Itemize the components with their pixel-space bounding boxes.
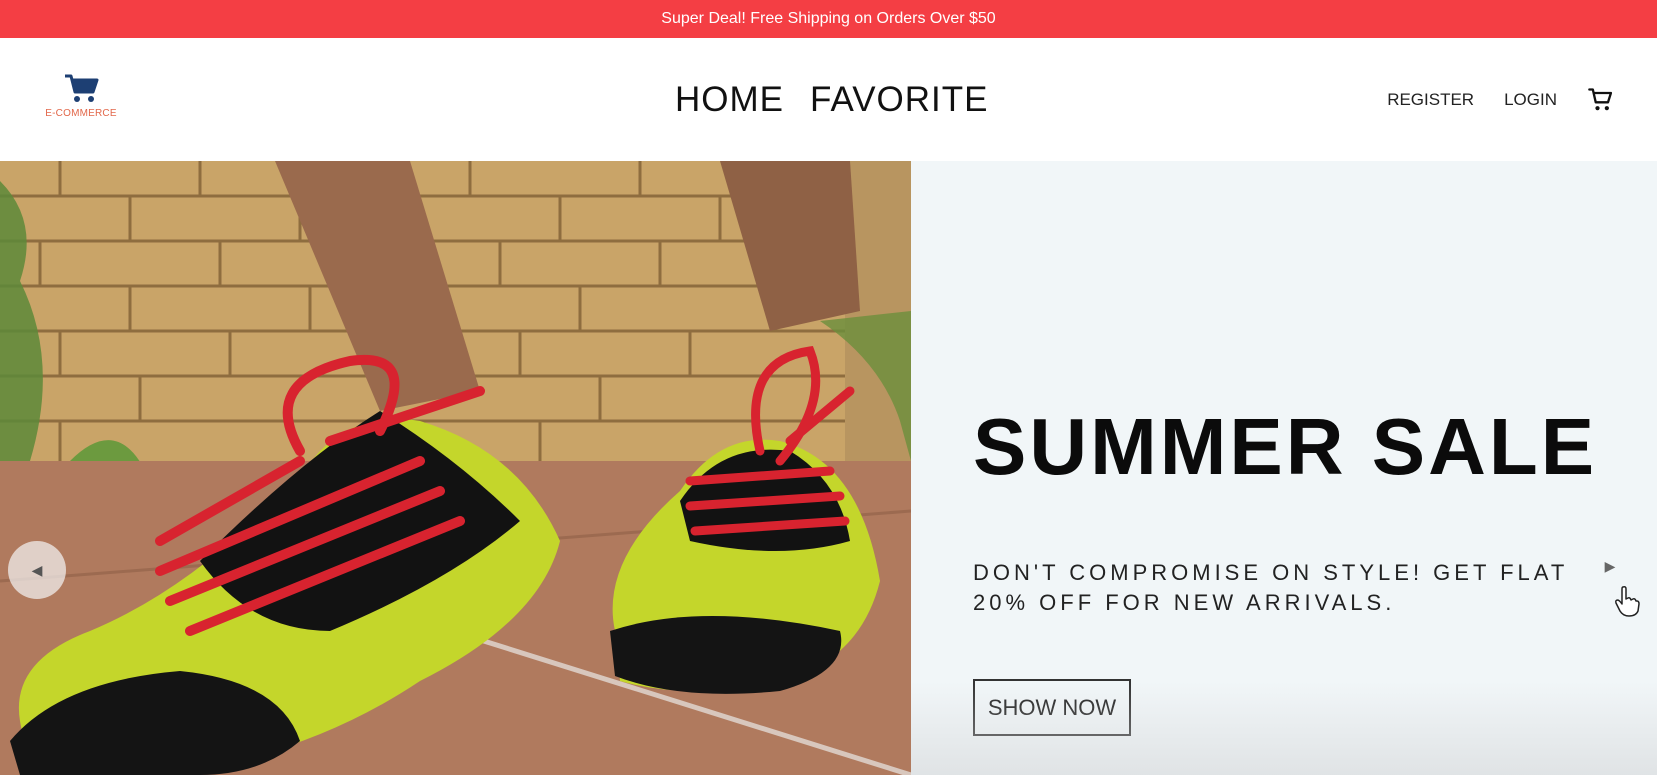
prev-slide-button[interactable]: ◀ [8,541,66,599]
account-nav: REGISTER LOGIN [1387,80,1615,120]
nav-favorite-link[interactable]: FAVORITE [810,80,989,120]
announcement-bar: Super Deal! Free Shipping on Orders Over… [0,0,1657,38]
main-nav: HOME FAVORITE [675,78,989,122]
nav-home-link[interactable]: HOME [675,80,784,120]
hero-image [0,161,911,775]
login-link[interactable]: LOGIN [1504,90,1557,110]
hand-pointer-icon [1615,586,1640,617]
shopping-cart-icon [65,74,99,102]
logo[interactable]: E-COMMERCE [42,72,120,122]
show-now-button[interactable]: SHOW NOW [973,679,1131,736]
hero-description: DON'T COMPROMISE ON STYLE! GET FLAT 20% … [973,560,1568,615]
announcement-text: Super Deal! Free Shipping on Orders Over… [661,10,996,27]
hero-title: SUMMER SALE [973,402,1598,491]
next-slide-button[interactable]: ▶ [1595,551,1625,581]
chevron-left-icon: ◀ [31,561,43,578]
navbar: E-COMMERCE HOME FAVORITE REGISTER LOGIN [0,38,1657,161]
register-link[interactable]: REGISTER [1387,90,1474,110]
hero-slider: ◀ SUMMER SALE DON'T COMPROMISE ON STYLE!… [0,161,1657,775]
chevron-right-icon: ▶ [1604,557,1616,574]
sneakers-image [0,161,911,775]
logo-text: E-COMMERCE [45,108,117,119]
shopping-cart-icon[interactable] [1587,86,1615,114]
